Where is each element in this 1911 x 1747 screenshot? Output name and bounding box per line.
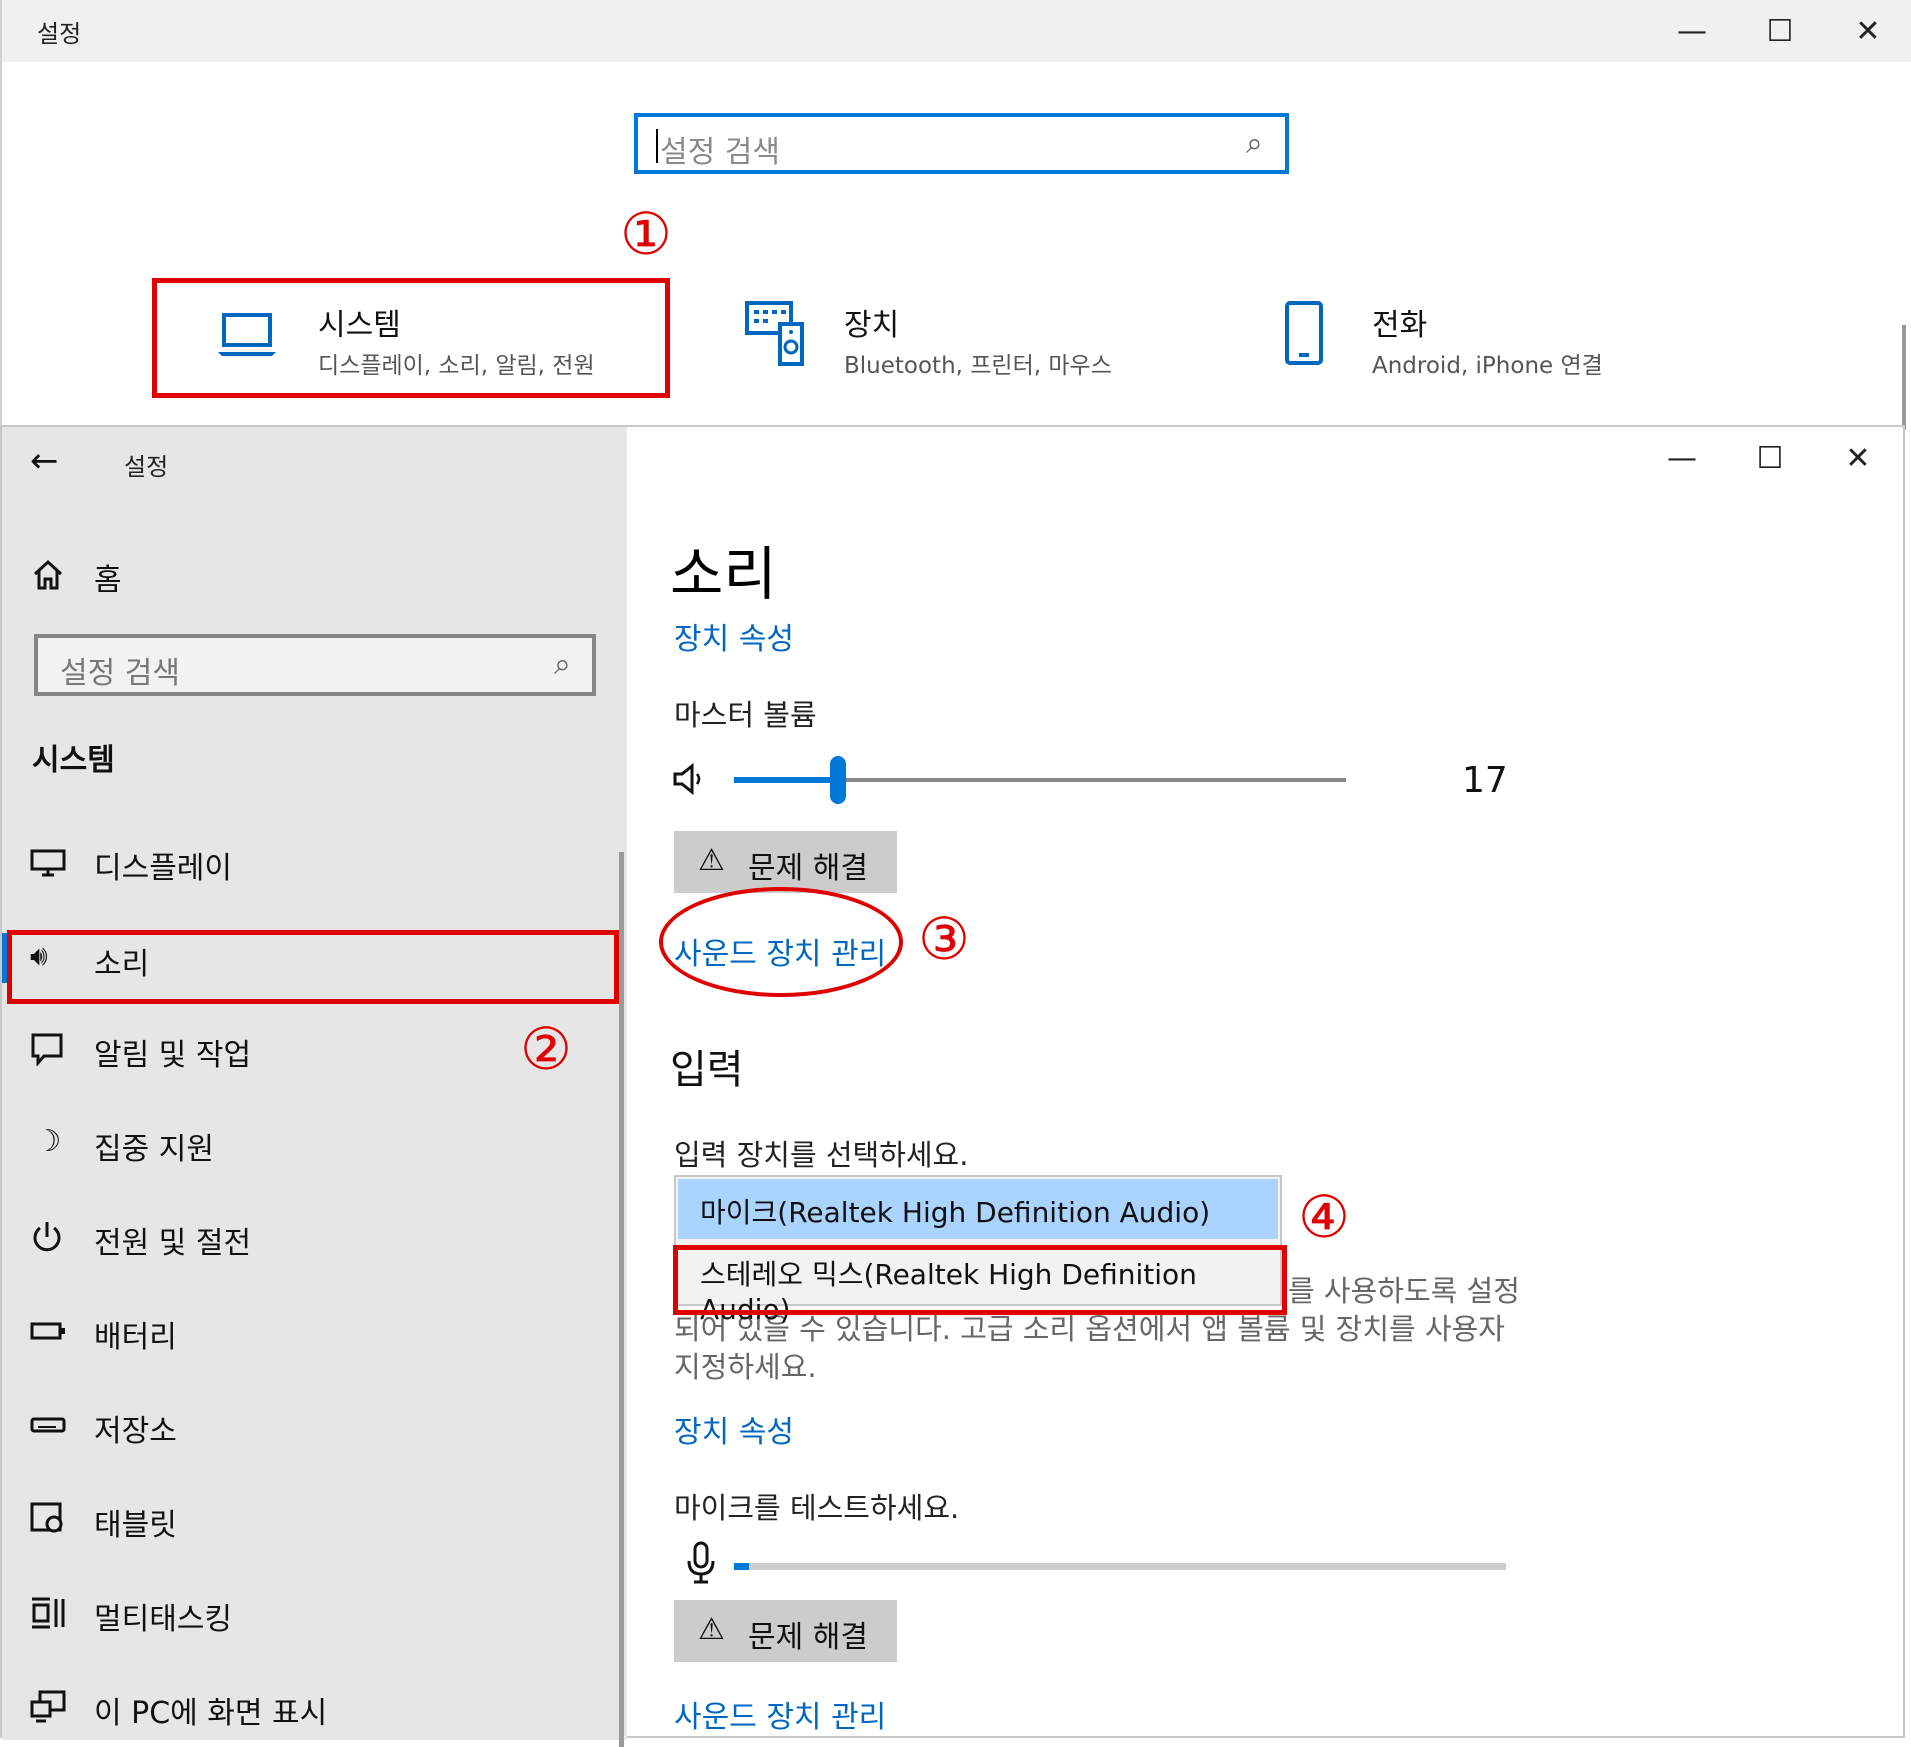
back-scrollbar[interactable] xyxy=(1902,325,1906,430)
sidebar-item-label: 저장소 xyxy=(94,1414,177,1449)
sidebar-item-label: 전원 및 절전 xyxy=(94,1226,252,1261)
info-text-line1: 를 사용하도록 설정 xyxy=(1288,1274,1520,1308)
sidebar-item-label: 멀티태스킹 xyxy=(94,1602,232,1637)
annotation-box-stereo-mix xyxy=(673,1245,1287,1315)
sidebar-item-power[interactable]: 전원 및 절전 xyxy=(2,1202,617,1272)
sidebar-scrollbar[interactable] xyxy=(619,852,624,1747)
sidebar-search-placeholder: 설정 검색 xyxy=(60,656,180,691)
tile-phone[interactable]: 전화 Android, iPhone 연결 xyxy=(1272,278,1692,398)
master-volume-label: 마스터 볼륨 xyxy=(674,698,817,732)
back-maximize-button[interactable]: ☐ xyxy=(1750,2,1810,62)
sidebar-item-label: 태블릿 xyxy=(94,1508,177,1543)
front-settings-window: ← 설정 홈 설정 검색 ⌕ 시스템 디스플레이 🔊︎ 소리 ② 알림 및 작업 xyxy=(0,425,1905,1747)
volume-slider-thumb[interactable] xyxy=(830,756,846,804)
sidebar-home[interactable]: 홈 xyxy=(22,547,322,603)
mic-level-fill xyxy=(734,1563,749,1570)
device-properties-link[interactable]: 장치 속성 xyxy=(674,614,794,658)
power-icon xyxy=(33,1222,61,1252)
troubleshoot-label-2: 문제 해결 xyxy=(748,1620,868,1655)
mic-level-meter xyxy=(734,1563,1506,1570)
choose-input-label: 입력 장치를 선택하세요. xyxy=(674,1138,969,1172)
moon-icon: ☽ xyxy=(34,1124,62,1159)
back-search-placeholder: 설정 검색 xyxy=(660,135,780,170)
troubleshoot-label: 문제 해결 xyxy=(748,851,868,886)
mic-level-row xyxy=(670,1537,1510,1593)
annotation-number-3: ③ xyxy=(918,905,970,973)
sidebar-item-notifications[interactable]: 알림 및 작업 xyxy=(2,1014,502,1084)
sidebar-item-battery[interactable]: 배터리 xyxy=(2,1296,617,1366)
volume-value: 17 xyxy=(1462,760,1508,801)
sidebar-item-label: 알림 및 작업 xyxy=(94,1038,252,1073)
search-icon[interactable]: ⌕ xyxy=(554,647,571,682)
sidebar-home-label: 홈 xyxy=(94,563,122,598)
device-properties-link-2[interactable]: 장치 속성 xyxy=(674,1407,794,1451)
warning-icon: ⚠ xyxy=(698,1612,725,1647)
speaker-icon[interactable] xyxy=(672,762,706,796)
front-minimize-button[interactable]: — xyxy=(1652,429,1712,489)
storage-icon xyxy=(30,1417,66,1433)
sidebar-item-label: 집중 지원 xyxy=(94,1132,214,1167)
battery-icon xyxy=(30,1322,65,1340)
tile-devices-subtitle: Bluetooth, 프린터, 마우스 xyxy=(844,353,1112,379)
sidebar-item-focus-assist[interactable]: ☽ 집중 지원 xyxy=(2,1108,617,1178)
back-minimize-button[interactable]: — xyxy=(1662,2,1722,62)
warning-icon: ⚠ xyxy=(698,843,725,878)
volume-slider-fill xyxy=(734,777,838,783)
sidebar-item-multitasking[interactable]: 멀티태스킹 xyxy=(2,1578,617,1648)
sidebar-item-tablet[interactable]: 태블릿 xyxy=(2,1484,617,1554)
annotation-circle-manage-devices xyxy=(659,887,903,997)
manage-sound-devices-link-2[interactable]: 사운드 장치 관리 xyxy=(674,1692,886,1736)
sidebar-item-display[interactable]: 디스플레이 xyxy=(2,827,617,897)
keyboard-speaker-icon xyxy=(745,301,804,366)
search-icon[interactable]: ⌕ xyxy=(1246,126,1263,161)
input-section-heading: 입력 xyxy=(670,1047,744,1093)
annotation-box-system xyxy=(152,278,670,398)
master-volume-row: 17 xyxy=(670,752,1510,812)
page-title: 소리 xyxy=(670,540,777,608)
input-option-microphone[interactable]: 마이크(Realtek High Definition Audio) xyxy=(678,1179,1278,1239)
annotation-box-sound xyxy=(7,930,619,1004)
tile-devices[interactable]: 장치 Bluetooth, 프린터, 마우스 xyxy=(742,278,1172,398)
sidebar-search-input[interactable]: 설정 검색 ⌕ xyxy=(34,634,596,696)
monitor-icon xyxy=(30,849,66,877)
tile-devices-title: 장치 xyxy=(844,308,900,343)
front-close-button[interactable]: ✕ xyxy=(1828,429,1888,489)
back-settings-window: 설정 — ☐ ✕ 설정 검색 ⌕ ① 시스템 디스플레이, 소리, 알림, 전원… xyxy=(0,0,1911,430)
tile-phone-subtitle: Android, iPhone 연결 xyxy=(1372,353,1603,379)
back-window-title: 설정 xyxy=(37,20,82,48)
troubleshoot-button-2[interactable]: ⚠ 문제 해결 xyxy=(674,1600,897,1662)
annotation-number-1: ① xyxy=(620,200,672,268)
multitasking-icon xyxy=(32,1597,65,1629)
option-label: 마이크(Realtek High Definition Audio) xyxy=(700,1196,1211,1229)
back-search-input[interactable]: 설정 검색 ⌕ xyxy=(634,113,1289,174)
home-icon xyxy=(33,559,63,590)
tablet-icon xyxy=(30,1502,63,1533)
front-window-title: 설정 xyxy=(124,453,169,481)
front-maximize-button[interactable]: ☐ xyxy=(1740,429,1800,489)
volume-slider-track[interactable] xyxy=(734,756,1346,804)
sidebar-item-project[interactable]: 이 PC에 화면 표시 xyxy=(2,1672,617,1738)
phone-icon xyxy=(1285,301,1323,365)
back-close-button[interactable]: ✕ xyxy=(1838,2,1898,62)
info-text-line3: 지정하세요. xyxy=(674,1350,817,1384)
test-mic-label: 마이크를 테스트하세요. xyxy=(674,1491,960,1525)
text-caret xyxy=(656,129,658,163)
project-icon xyxy=(30,1690,66,1723)
sidebar-section-title: 시스템 xyxy=(32,743,115,778)
tile-phone-title: 전화 xyxy=(1372,308,1428,343)
sidebar-item-label: 배터리 xyxy=(94,1320,177,1355)
back-arrow-icon[interactable]: ← xyxy=(30,441,59,481)
sidebar-item-storage[interactable]: 저장소 xyxy=(2,1390,617,1460)
annotation-number-4: ④ xyxy=(1298,1183,1350,1251)
back-title-bar xyxy=(2,0,1911,62)
microphone-icon xyxy=(687,1541,715,1584)
notification-icon xyxy=(31,1033,63,1066)
sidebar-item-label: 디스플레이 xyxy=(94,851,232,886)
sidebar-item-label: 이 PC에 화면 표시 xyxy=(94,1696,328,1731)
sidebar: ← 설정 홈 설정 검색 ⌕ 시스템 디스플레이 🔊︎ 소리 ② 알림 및 작업 xyxy=(2,427,627,1747)
troubleshoot-button[interactable]: ⚠ 문제 해결 xyxy=(674,831,897,893)
annotation-number-2: ② xyxy=(520,1015,572,1083)
